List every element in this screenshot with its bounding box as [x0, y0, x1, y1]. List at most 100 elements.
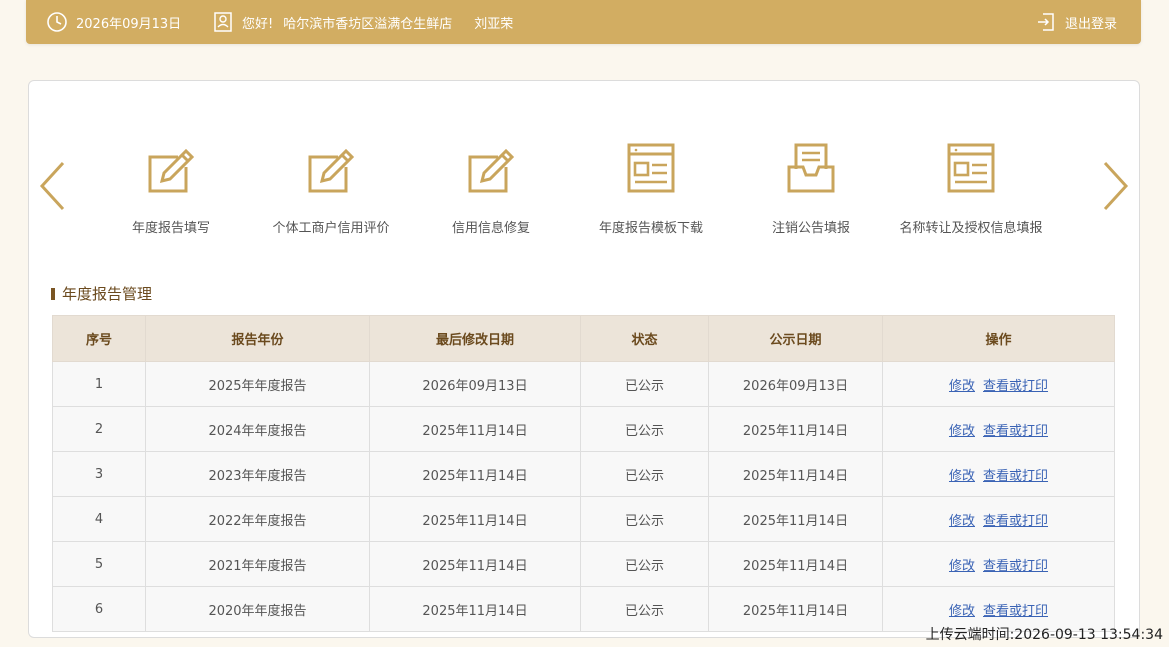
view-print-link[interactable]: 查看或打印: [983, 469, 1048, 484]
cell-actions: 修改 查看或打印: [882, 541, 1115, 587]
cell-actions: 修改 查看或打印: [882, 406, 1115, 452]
tile-cancellation-notice[interactable]: 注销公告填报: [731, 141, 891, 236]
table-header-row: 序号 报告年份 最后修改日期 状态 公示日期 操作: [52, 315, 1115, 362]
person-name: 刘亚荣: [474, 16, 514, 32]
cell-published: 2025年11月14日: [708, 451, 883, 497]
logout-icon: [1037, 13, 1054, 31]
cell-year: 2021年年度报告: [145, 541, 370, 587]
tile-label: 名称转让及授权信息填报: [899, 221, 1043, 236]
carousel-prev-button[interactable]: [35, 151, 69, 221]
view-print-link[interactable]: 查看或打印: [983, 424, 1048, 439]
cell-modified: 2025年11月14日: [369, 541, 581, 587]
cell-year: 2023年年度报告: [145, 451, 370, 497]
cell-modified: 2026年09月13日: [369, 361, 581, 407]
cell-no: 2: [52, 406, 146, 452]
cell-actions: 修改 查看或打印: [882, 361, 1115, 407]
tile-annual-report-fill[interactable]: 年度报告填写: [91, 141, 251, 236]
edit-icon: [148, 148, 195, 193]
cell-status: 已公示: [580, 406, 709, 452]
cell-published: 2025年11月14日: [708, 496, 883, 542]
column-header-actions: 操作: [882, 315, 1115, 362]
cell-published: 2025年11月14日: [708, 406, 883, 452]
template-icon: [627, 143, 675, 193]
edit-link[interactable]: 修改: [949, 469, 975, 484]
column-header-published: 公示日期: [708, 315, 883, 362]
edit-link[interactable]: 修改: [949, 514, 975, 529]
tile-label: 年度报告填写: [131, 221, 210, 236]
cell-published: 2025年11月14日: [708, 541, 883, 587]
tile-credit-repair[interactable]: 信用信息修复: [411, 141, 571, 236]
section-title-text: 年度报告管理: [62, 285, 153, 303]
tile-template-download[interactable]: 年度报告模板下载: [571, 141, 731, 236]
cell-published: 2025年11月14日: [708, 586, 883, 632]
column-header-no: 序号: [52, 315, 146, 362]
cell-modified: 2025年11月14日: [369, 496, 581, 542]
column-header-status: 状态: [580, 315, 709, 362]
cell-published: 2026年09月13日: [708, 361, 883, 407]
cell-year: 2020年年度报告: [145, 586, 370, 632]
table-row: 4 2022年年度报告 2025年11月14日 已公示 2025年11月14日 …: [52, 496, 1115, 542]
cell-actions: 修改 查看或打印: [882, 496, 1115, 542]
tile-credit-evaluation[interactable]: 个体工商户信用评价: [251, 141, 411, 236]
section-marker: [51, 287, 55, 300]
cell-status: 已公示: [580, 586, 709, 632]
cell-status: 已公示: [580, 451, 709, 497]
cell-no: 1: [52, 361, 146, 407]
column-header-year: 报告年份: [145, 315, 370, 362]
chevron-left-icon: [39, 161, 65, 211]
welcome-text: 您好!: [242, 16, 274, 32]
edit-link[interactable]: 修改: [949, 604, 975, 619]
chevron-right-icon: [1103, 161, 1129, 211]
store-name: 哈尔滨市香坊区溢满仓生鲜店: [283, 16, 453, 32]
annual-report-table: 序号 报告年份 最后修改日期 状态 公示日期 操作 1 2025年年度报告 20…: [52, 315, 1115, 632]
table-row: 2 2024年年度报告 2025年11月14日 已公示 2025年11月14日 …: [52, 406, 1115, 452]
cell-status: 已公示: [580, 541, 709, 587]
view-print-link[interactable]: 查看或打印: [983, 379, 1048, 394]
section-title: 年度报告管理: [51, 283, 152, 304]
cell-year: 2025年年度报告: [145, 361, 370, 407]
cell-modified: 2025年11月14日: [369, 406, 581, 452]
view-print-link[interactable]: 查看或打印: [983, 514, 1048, 529]
tile-label: 个体工商户信用评价: [272, 221, 390, 236]
table-row: 3 2023年年度报告 2025年11月14日 已公示 2025年11月14日 …: [52, 451, 1115, 497]
column-header-modified: 最后修改日期: [369, 315, 581, 362]
edit-icon: [308, 148, 355, 193]
date-text: 2026年09月13日: [76, 16, 182, 32]
cell-status: 已公示: [580, 361, 709, 407]
date-display: 2026年09月13日: [46, 0, 181, 44]
inbox-icon: [787, 143, 835, 193]
cell-no: 4: [52, 496, 146, 542]
view-print-link[interactable]: 查看或打印: [983, 604, 1048, 619]
cell-no: 5: [52, 541, 146, 587]
cell-year: 2024年年度报告: [145, 406, 370, 452]
top-bar: 2026年09月13日 您好! 哈尔滨市香坊区溢满仓生鲜店 刘亚荣 退出登录: [26, 0, 1141, 44]
view-print-link[interactable]: 查看或打印: [983, 559, 1048, 574]
cell-modified: 2025年11月14日: [369, 451, 581, 497]
cell-no: 3: [52, 451, 146, 497]
main-panel: 年度报告填写 个体工商户信用评价 信用信息修复 年度报告模板下载 注销公告填报 …: [28, 80, 1140, 638]
cell-status: 已公示: [580, 496, 709, 542]
edit-link[interactable]: 修改: [949, 559, 975, 574]
function-tiles: 年度报告填写 个体工商户信用评价 信用信息修复 年度报告模板下载 注销公告填报 …: [99, 141, 1069, 251]
cell-modified: 2025年11月14日: [369, 586, 581, 632]
cell-year: 2022年年度报告: [145, 496, 370, 542]
tile-label: 信用信息修复: [451, 221, 530, 236]
user-info: 您好! 哈尔滨市香坊区溢满仓生鲜店 刘亚荣: [212, 0, 513, 44]
table-row: 1 2025年年度报告 2026年09月13日 已公示 2026年09月13日 …: [52, 361, 1115, 407]
table-row: 5 2021年年度报告 2025年11月14日 已公示 2025年11月14日 …: [52, 541, 1115, 587]
edit-icon: [468, 148, 515, 193]
tile-label: 注销公告填报: [771, 221, 850, 236]
carousel-next-button[interactable]: [1099, 151, 1133, 221]
clock-icon: [47, 12, 67, 32]
template-icon: [947, 143, 995, 193]
tile-label: 年度报告模板下载: [598, 221, 703, 236]
tile-name-transfer[interactable]: 名称转让及授权信息填报: [891, 141, 1051, 236]
cell-no: 6: [52, 586, 146, 632]
cell-actions: 修改 查看或打印: [882, 451, 1115, 497]
user-badge-icon: [214, 12, 232, 32]
edit-link[interactable]: 修改: [949, 424, 975, 439]
upload-time: 上传云端时间:2026-09-13 13:54:34: [925, 627, 1163, 643]
logout-button[interactable]: 退出登录: [1035, 0, 1117, 44]
edit-link[interactable]: 修改: [949, 379, 975, 394]
logout-label: 退出登录: [1064, 16, 1117, 32]
